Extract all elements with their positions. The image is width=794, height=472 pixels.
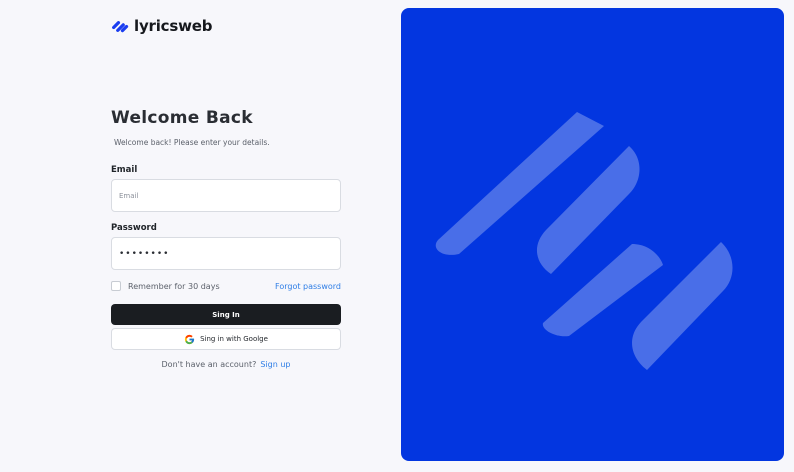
logo-watermark	[435, 112, 733, 370]
email-field-container[interactable]	[111, 179, 341, 212]
remember-row: Remember for 30 days Forgot password	[111, 280, 341, 292]
no-account-text: Don't have an account?	[161, 360, 257, 369]
email-label: Email	[111, 165, 138, 175]
lyricsweb-logo-icon	[112, 21, 129, 33]
brand-name: lyricsweb	[134, 17, 213, 35]
hero-panel	[401, 8, 784, 461]
remember-label[interactable]: Remember for 30 days	[128, 282, 220, 291]
email-field[interactable]	[119, 191, 340, 200]
page-subtitle: Welcome back! Please enter your details.	[114, 138, 270, 147]
google-sign-in-button[interactable]: Sing in with Goolge	[111, 328, 341, 350]
password-label: Password	[111, 223, 157, 233]
sign-in-button[interactable]: Sing In	[111, 304, 341, 325]
sign-up-link[interactable]: Sign up	[260, 360, 290, 369]
forgot-password-link[interactable]: Forgot password	[275, 282, 341, 291]
password-field[interactable]	[119, 248, 340, 259]
google-sign-in-label: Sing in with Goolge	[200, 335, 268, 343]
page-title: Welcome Back	[111, 108, 253, 128]
signup-row: Don't have an account? Sign up	[111, 360, 341, 369]
password-field-container[interactable]	[111, 237, 341, 270]
brand-logo[interactable]: lyricsweb	[111, 17, 212, 35]
login-form: Welcome Back Welcome back! Please enter …	[111, 108, 341, 369]
login-page: lyricsweb Welcome Back Welcome back! Ple…	[0, 0, 794, 472]
remember-toggle[interactable]: Remember for 30 days	[111, 281, 220, 291]
remember-checkbox[interactable]	[111, 281, 121, 291]
sign-in-button-label: Sing In	[212, 310, 240, 319]
google-icon	[184, 334, 195, 344]
